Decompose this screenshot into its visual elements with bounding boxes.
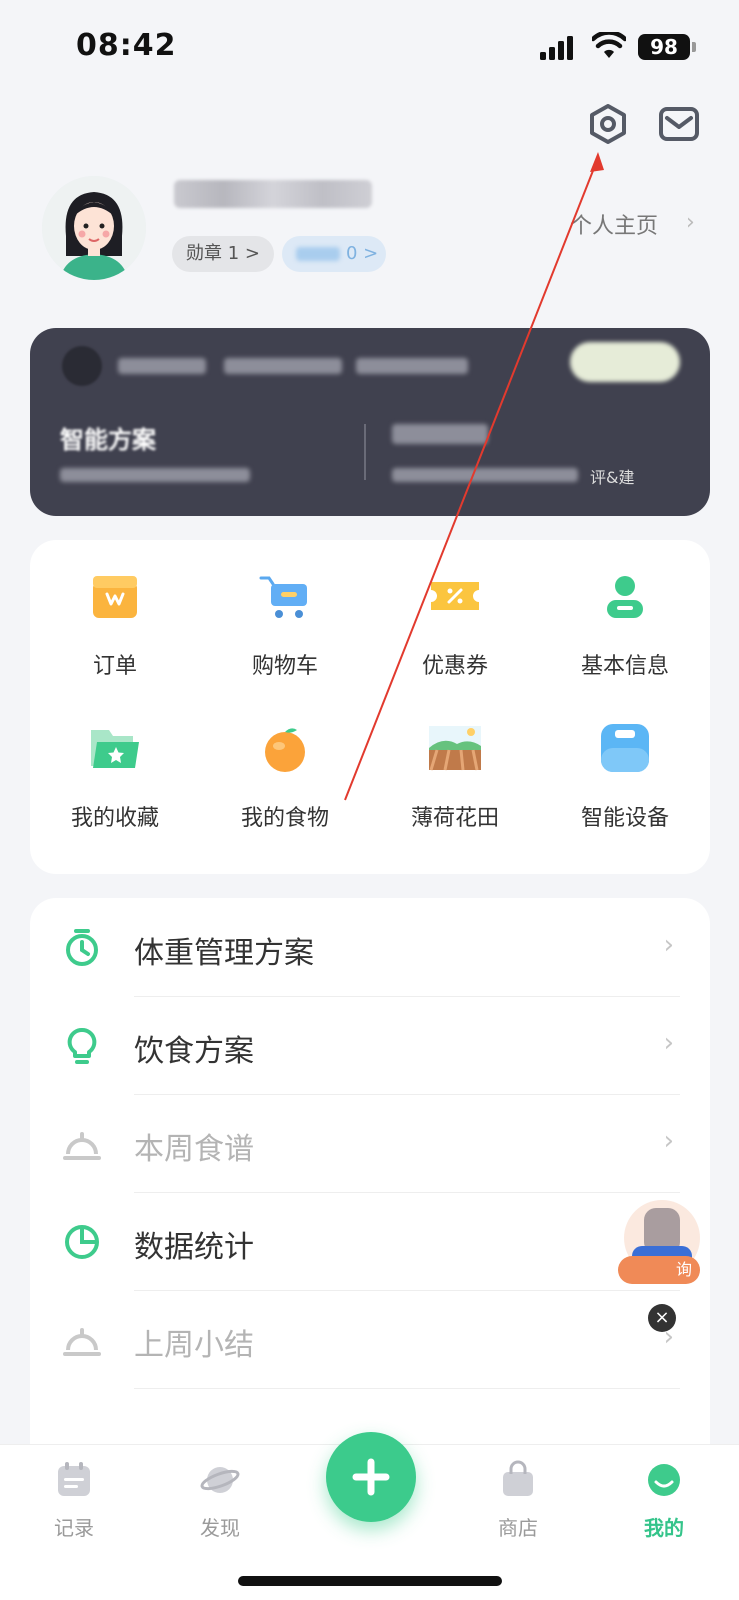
feature-grid: 订单 购物车 优惠券 基本信息 我的收藏 我的食物 薄荷花田 智能设备 <box>30 540 710 874</box>
farm-field-icon <box>429 726 481 771</box>
grid-item-mint-field[interactable]: 薄荷花田 <box>370 700 540 850</box>
member-card[interactable]: 智能方案 评&建 <box>30 328 710 516</box>
battery-tip <box>692 42 696 52</box>
planet-icon <box>200 1467 240 1493</box>
grid-item-label: 薄荷花田 <box>410 806 499 831</box>
mail-icon[interactable] <box>658 106 700 142</box>
tab-label: 发现 <box>200 1516 240 1540</box>
list-item-diet-plan[interactable]: 饮食方案 › <box>30 996 710 1096</box>
tab-mine[interactable]: 我的 <box>604 1460 724 1541</box>
chevron-right-icon: › <box>663 1028 674 1058</box>
list-item-weekly-recipes[interactable]: 本周食谱 › <box>30 1094 710 1194</box>
profile-face-icon <box>648 1464 680 1496</box>
settings-gear-icon[interactable] <box>588 104 628 144</box>
tab-discover[interactable]: 发现 <box>160 1460 280 1541</box>
order-box-icon <box>93 576 137 618</box>
tab-label: 我的 <box>644 1516 684 1540</box>
grid-item-label: 购物车 <box>251 654 318 679</box>
tab-label: 商店 <box>498 1516 538 1540</box>
evaluation-desc-blurred <box>392 468 578 482</box>
grid-item-label: 订单 <box>92 654 137 679</box>
person-info-icon <box>607 576 643 618</box>
signal-icon <box>540 36 573 60</box>
avatar-illustration-icon <box>42 176 146 280</box>
home-indicator <box>238 1576 502 1586</box>
list-item-label: 体重管理方案 <box>134 936 314 971</box>
plan-desc-blurred <box>60 468 250 482</box>
close-icon[interactable]: × <box>648 1304 676 1332</box>
list-item-label: 本周食谱 <box>134 1132 254 1167</box>
grid-item-cart[interactable]: 购物车 <box>200 548 370 698</box>
timer-icon <box>66 929 98 966</box>
list-item-label: 饮食方案 <box>134 1034 254 1069</box>
grid-item-label: 基本信息 <box>580 654 669 679</box>
lightbulb-icon <box>67 1027 97 1064</box>
list-item-data-stats[interactable]: 数据统计 › <box>30 1192 710 1292</box>
smart-scale-icon <box>601 724 649 772</box>
grid-item-label: 优惠券 <box>421 654 488 679</box>
list-item-last-week-summary[interactable]: 上周小结 › <box>30 1290 710 1390</box>
card-divider <box>364 424 366 480</box>
battery-level: 98 <box>638 34 690 60</box>
service-bell-icon <box>63 1132 101 1160</box>
coupon-icon <box>431 582 479 610</box>
shopping-cart-icon <box>259 576 307 618</box>
grid-item-favorites[interactable]: 我的收藏 <box>30 700 200 850</box>
list-item-weight-plan[interactable]: 体重管理方案 › <box>30 898 710 998</box>
status-time: 08:42 <box>76 28 177 63</box>
member-text-blurred <box>118 358 206 374</box>
wifi-icon <box>592 32 626 58</box>
grid-item-smart-device[interactable]: 智能设备 <box>540 700 710 850</box>
username-blurred <box>174 180 372 208</box>
grid-item-label: 我的食物 <box>240 806 329 831</box>
points-chip[interactable]: 0 > <box>282 236 386 272</box>
grid-item-my-food[interactable]: 我的食物 <box>200 700 370 850</box>
badge-chip[interactable]: 勋章 1 > <box>172 236 274 272</box>
service-bell-icon <box>63 1328 101 1356</box>
assistant-label[interactable]: 询 <box>618 1256 700 1284</box>
pie-chart-icon <box>65 1225 99 1259</box>
evaluation-title-blurred <box>392 424 488 444</box>
grid-item-coupon[interactable]: 优惠券 <box>370 548 540 698</box>
grid-item-label: 智能设备 <box>580 806 669 831</box>
list-item-label: 上周小结 <box>134 1328 254 1363</box>
grid-item-order[interactable]: 订单 <box>30 548 200 698</box>
add-record-button[interactable] <box>326 1432 416 1522</box>
chevron-right-icon: › <box>663 1126 674 1156</box>
points-value: 0 > <box>346 243 379 264</box>
member-text-blurred <box>356 358 468 374</box>
member-text-blurred <box>224 358 342 374</box>
feature-list: 体重管理方案 › 饮食方案 › 本周食谱 › 数据统计 › <box>30 898 710 1458</box>
list-divider <box>134 1388 680 1389</box>
list-item-label: 数据统计 <box>134 1230 254 1265</box>
avatar[interactable] <box>42 176 146 280</box>
homepage-link[interactable]: 个人主页 <box>570 208 658 240</box>
calendar-icon <box>58 1462 90 1496</box>
chevron-right-icon: › <box>686 210 695 235</box>
member-tag-blurred[interactable] <box>570 342 680 382</box>
grid-item-label: 我的收藏 <box>70 806 159 831</box>
member-logo-icon <box>62 346 102 386</box>
tab-record[interactable]: 记录 <box>14 1460 134 1541</box>
tab-label: 记录 <box>54 1516 94 1540</box>
favorite-folder-icon <box>91 730 139 768</box>
plan-title: 智能方案 <box>60 426 156 454</box>
orange-food-icon <box>265 728 305 772</box>
shopping-bag-icon <box>503 1460 533 1496</box>
evaluation-text: 评&建 <box>590 468 635 487</box>
tab-store[interactable]: 商店 <box>458 1460 578 1541</box>
grid-item-basic-info[interactable]: 基本信息 <box>540 548 710 698</box>
plus-icon <box>352 1458 390 1496</box>
chevron-right-icon: › <box>663 930 674 960</box>
